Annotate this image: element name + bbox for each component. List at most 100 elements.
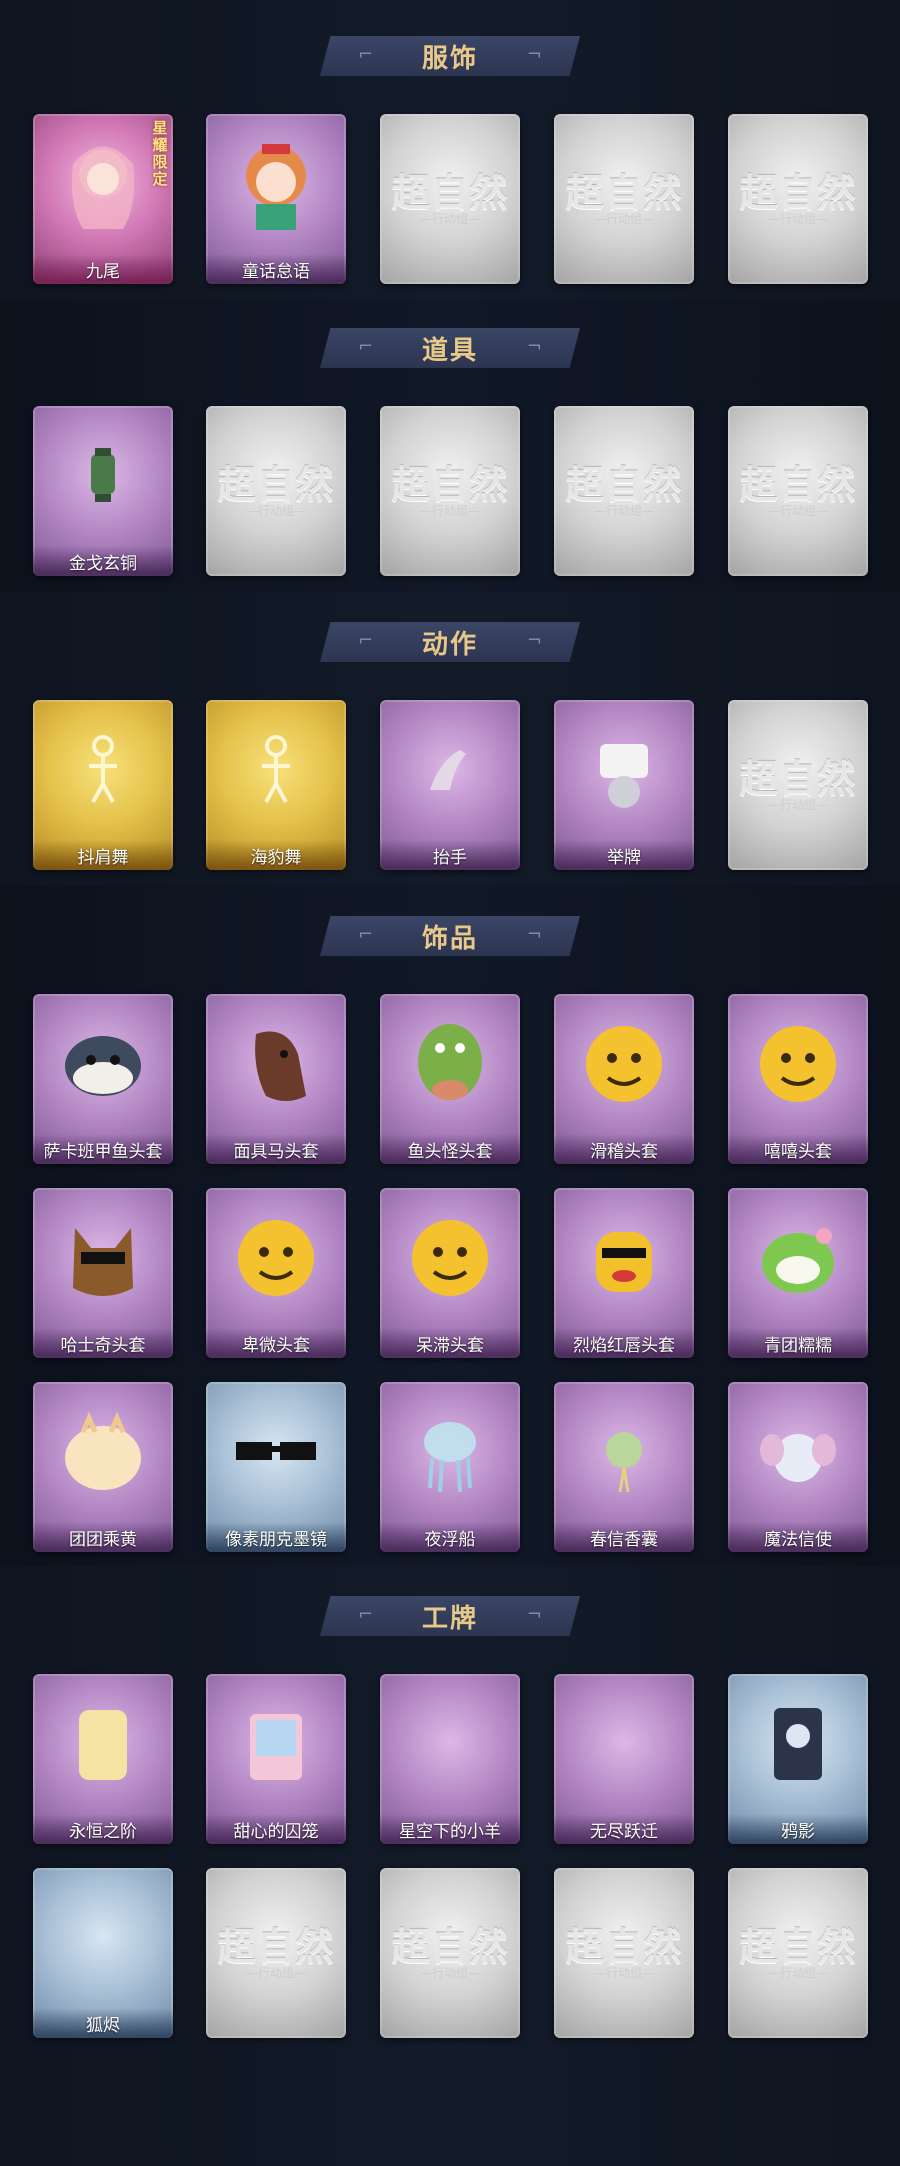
item-card[interactable]: 无尽跃迁: [554, 1674, 694, 1844]
swirl-right-icon: ¬: [526, 630, 542, 651]
item-card[interactable]: 青团糯糯: [728, 1188, 868, 1358]
item-card[interactable]: 金戈玄铜: [33, 406, 173, 576]
placeholder-logo: 超自然: [565, 1924, 683, 1969]
section-title-text: 工牌: [421, 1603, 478, 1634]
placeholder-logo: 超自然: [739, 170, 857, 215]
gold-badge-icon: [53, 1694, 153, 1794]
empty-item-card[interactable]: 超自然 —行动组—: [728, 406, 868, 576]
empty-item-card[interactable]: 超自然 —行动组—: [380, 114, 520, 284]
section-title: ⌐ 饰品 ¬: [320, 910, 580, 962]
item-label-bar: 九尾: [33, 254, 173, 284]
empty-item-card[interactable]: 超自然 —行动组—: [554, 114, 694, 284]
item-label-bar: 举牌: [554, 840, 694, 870]
item-card[interactable]: 星耀限定 九尾: [33, 114, 173, 284]
placeholder-subtitle: —行动组—: [593, 504, 654, 518]
item-card[interactable]: 永恒之阶: [33, 1674, 173, 1844]
swirl-right-icon: ¬: [526, 924, 542, 945]
husky-mask-icon: [53, 1208, 153, 1308]
item-card[interactable]: 童话怠语: [206, 114, 346, 284]
item-label: 像素朋克墨镜: [225, 1529, 327, 1550]
horse-head-mask-icon: [226, 1014, 326, 1114]
pixel-sunglasses-icon: [226, 1402, 326, 1502]
section-title: ⌐ 道具 ¬: [320, 322, 580, 374]
shoulder-dance-icon: [53, 720, 153, 820]
item-card[interactable]: 春信香囊: [554, 1382, 694, 1552]
swirl-right-icon: ¬: [526, 336, 542, 357]
item-label: 烈焰红唇头套: [573, 1335, 675, 1356]
placeholder-logo: 超自然: [391, 170, 509, 215]
placeholder-subtitle: —行动组—: [767, 504, 828, 518]
item-card[interactable]: 狐烬: [33, 1868, 173, 2038]
section-title-text: 服饰: [421, 43, 478, 74]
empty-item-card[interactable]: 超自然 —行动组—: [554, 1868, 694, 2038]
item-card[interactable]: 滑稽头套: [554, 994, 694, 1164]
blank-badge-icon: [400, 1694, 500, 1794]
section-title: ⌐ 工牌 ¬: [320, 1590, 580, 1642]
item-label: 呆滞头套: [416, 1335, 484, 1356]
placeholder-subtitle: —行动组—: [593, 1966, 654, 1980]
item-label: 永恒之阶: [69, 1821, 137, 1842]
empty-item-card[interactable]: 超自然 —行动组—: [728, 700, 868, 870]
item-card[interactable]: 萨卡班甲鱼头套: [33, 994, 173, 1164]
section-title-text: 饰品: [421, 923, 478, 954]
placeholder-subtitle: —行动组—: [767, 798, 828, 812]
item-card[interactable]: 抖肩舞: [33, 700, 173, 870]
item-card[interactable]: 烈焰红唇头套: [554, 1188, 694, 1358]
seal-dance-icon: [226, 720, 326, 820]
item-card[interactable]: 面具马头套: [206, 994, 346, 1164]
item-card[interactable]: 星空下的小羊: [380, 1674, 520, 1844]
fish-monster-mask-icon: [400, 1014, 500, 1114]
placeholder-subtitle: —行动组—: [419, 1966, 480, 1980]
item-label-bar: 滑稽头套: [554, 1134, 694, 1164]
swirl-left-icon: ⌐: [358, 1604, 374, 1625]
fairy-tale-character-icon: [226, 134, 326, 234]
item-card[interactable]: 哈士奇头套: [33, 1188, 173, 1358]
item-card[interactable]: 嘻嘻头套: [728, 994, 868, 1164]
swirl-right-icon: ¬: [526, 1604, 542, 1625]
item-card[interactable]: 像素朋克墨镜: [206, 1382, 346, 1552]
empty-item-card[interactable]: 超自然 —行动组—: [728, 114, 868, 284]
item-label-bar: 无尽跃迁: [554, 1814, 694, 1844]
item-card[interactable]: 抬手: [380, 700, 520, 870]
item-card[interactable]: 鸦影: [728, 1674, 868, 1844]
item-label-bar: 萨卡班甲鱼头套: [33, 1134, 173, 1164]
placeholder-subtitle: —行动组—: [767, 1966, 828, 1980]
placeholder-logo: 超自然: [739, 1924, 857, 1969]
item-card[interactable]: 呆滞头套: [380, 1188, 520, 1358]
item-label: 滑稽头套: [590, 1141, 658, 1162]
item-card[interactable]: 夜浮船: [380, 1382, 520, 1552]
item-label-bar: 嘻嘻头套: [728, 1134, 868, 1164]
dazed-face-mask-icon: [400, 1208, 500, 1308]
item-label-bar: 哈士奇头套: [33, 1328, 173, 1358]
empty-item-card[interactable]: 超自然 —行动组—: [206, 1868, 346, 2038]
bronze-lantern-icon: [53, 426, 153, 526]
swirl-right-icon: ¬: [526, 44, 542, 65]
placeholder-subtitle: —行动组—: [419, 212, 480, 226]
placeholder-subtitle: —行动组—: [245, 504, 306, 518]
section-title-text: 动作: [421, 629, 478, 660]
item-label-bar: 夜浮船: [380, 1522, 520, 1552]
page: ⌐ 服饰 ¬ 星耀限定 九尾 童话怠语 超自然 —行动组— 超自然 —行动组— 超自然 —行动组— ⌐ 道…: [0, 0, 900, 2166]
item-card[interactable]: 甜心的囚笼: [206, 1674, 346, 1844]
empty-item-card[interactable]: 超自然 —行动组—: [206, 406, 346, 576]
empty-item-card[interactable]: 超自然 —行动组—: [728, 1868, 868, 2038]
item-card[interactable]: 魔法信使: [728, 1382, 868, 1552]
item-label-bar: 永恒之阶: [33, 1814, 173, 1844]
item-label: 举牌: [607, 847, 641, 868]
empty-item-card[interactable]: 超自然 —行动组—: [554, 406, 694, 576]
item-card[interactable]: 卑微头套: [206, 1188, 346, 1358]
empty-item-card[interactable]: 超自然 —行动组—: [380, 406, 520, 576]
blank-badge-icon: [53, 1888, 153, 1988]
empty-item-card[interactable]: 超自然 —行动组—: [380, 1868, 520, 2038]
item-label-bar: 童话怠语: [206, 254, 346, 284]
swirl-left-icon: ⌐: [358, 630, 374, 651]
placeholder-logo: 超自然: [739, 756, 857, 801]
item-card[interactable]: 鱼头怪头套: [380, 994, 520, 1164]
item-card[interactable]: 团团乘黄: [33, 1382, 173, 1552]
nine-tails-character-icon: [53, 134, 153, 234]
item-card[interactable]: 举牌: [554, 700, 694, 870]
swirl-left-icon: ⌐: [358, 44, 374, 65]
item-label: 无尽跃迁: [590, 1821, 658, 1842]
section-title-text: 道具: [421, 335, 478, 366]
item-card[interactable]: 海豹舞: [206, 700, 346, 870]
